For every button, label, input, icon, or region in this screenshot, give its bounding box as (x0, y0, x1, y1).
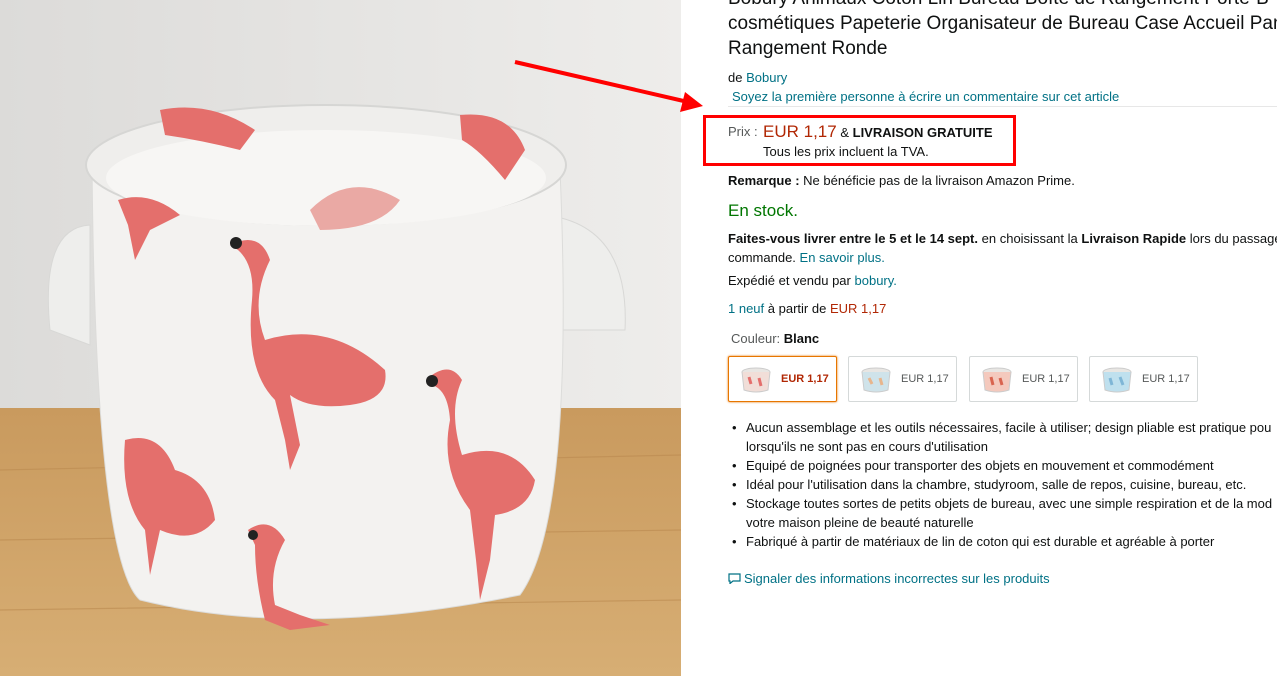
color-label: Couleur: Blanc (731, 331, 819, 346)
feature-bullet: Idéal pour l'utilisation dans la chambre… (732, 475, 1277, 494)
flamingo-basket-illustration (0, 0, 681, 676)
swatch-thumbnail (1102, 367, 1132, 393)
write-review-link[interactable]: Soyez la première personne à écrire un c… (732, 89, 1119, 104)
color-swatch[interactable]: EUR 1,17 (728, 356, 837, 402)
delivery-dates: Faites-vous livrer entre le 5 et le 14 s… (728, 231, 979, 246)
feature-bullet-continuation: lorsqu'ils ne sont pas en cours d'utilis… (746, 439, 988, 454)
color-swatch[interactable]: EUR 1,17 (848, 356, 957, 402)
color-swatch[interactable]: EUR 1,17 (969, 356, 1078, 402)
swatch-price: EUR 1,17 (1142, 373, 1190, 385)
selected-color: Blanc (783, 331, 820, 346)
stock-status: En stock. (728, 201, 798, 220)
shipped-by: Expédié et vendu par bobury. (728, 273, 897, 288)
price-label: Prix : (728, 124, 758, 139)
new-offers-link[interactable]: 1 neuf (728, 301, 764, 316)
delivery-text: commande. (728, 250, 796, 265)
feature-bullets: Aucun assemblage et les outils nécessair… (732, 418, 1277, 551)
delivery-info: Faites-vous livrer entre le 5 et le 14 s… (728, 229, 1277, 267)
swatch-thumbnail (741, 367, 771, 393)
feature-bullet-continuation: votre maison pleine de beauté naturelle (746, 515, 974, 530)
feature-bullet: Aucun assemblage et les outils nécessair… (732, 418, 1277, 437)
feature-bullet: Fabriqué à partir de matériaux de lin de… (732, 532, 1277, 551)
price-ampersand: & (840, 125, 849, 140)
swatch-price: EUR 1,17 (1022, 373, 1070, 385)
price-amount: EUR 1,17 (763, 122, 837, 141)
vat-note: Tous les prix incluent la TVA. (763, 144, 929, 159)
offers-text: à partir de (767, 301, 827, 316)
product-image[interactable] (0, 0, 681, 676)
offers: 1 neuf à partir de EUR 1,17 (728, 301, 886, 316)
swatch-thumbnail (861, 367, 891, 393)
feature-bullet: Equipé de poignées pour transporter des … (732, 456, 1277, 475)
color-label-text: Couleur: (731, 331, 781, 346)
delivery-text: en choisissant la (981, 231, 1078, 246)
swatch-price: EUR 1,17 (781, 373, 829, 385)
offers-price: EUR 1,17 (829, 301, 887, 316)
product-title: Bobury Animaux Coton Lin Bureau Boîte de… (728, 0, 1277, 61)
title-line: Bobury Animaux Coton Lin Bureau Boîte de… (728, 0, 1277, 11)
divider (728, 106, 1277, 107)
title-line: cosmétiques Papeterie Organisateur de Bu… (728, 13, 1277, 34)
delivery-text: lors du passage (1189, 231, 1277, 246)
swatch-thumbnail (982, 367, 1012, 393)
learn-more-link[interactable]: En savoir plus. (800, 250, 885, 265)
shipped-by-text: Expédié et vendu par (728, 273, 851, 288)
report-incorrect-info-link[interactable]: Signaler des informations incorrectes su… (728, 571, 1050, 586)
speech-bubble-icon (728, 573, 741, 584)
delivery-speed: Livraison Rapide (1081, 231, 1187, 246)
report-link-text: Signaler des informations incorrectes su… (744, 571, 1050, 586)
title-line: Rangement Ronde (728, 38, 888, 59)
swatch-price: EUR 1,17 (901, 373, 949, 385)
byline-prefix: de (728, 70, 743, 85)
feature-bullet: Stockage toutes sortes de petits objets … (732, 494, 1277, 513)
remark-label: Remarque : (728, 173, 800, 188)
remark: Remarque : Ne bénéficie pas de la livrai… (728, 173, 1075, 188)
remark-text: Ne bénéficie pas de la livraison Amazon … (803, 173, 1075, 188)
brand-link[interactable]: Bobury (746, 70, 787, 85)
seller-link[interactable]: bobury. (855, 273, 897, 288)
byline: de Bobury (728, 70, 787, 85)
free-delivery-label: LIVRAISON GRATUITE (852, 125, 993, 140)
color-swatch[interactable]: EUR 1,17 (1089, 356, 1198, 402)
price-value: EUR 1,17 & LIVRAISON GRATUITE (763, 122, 993, 142)
